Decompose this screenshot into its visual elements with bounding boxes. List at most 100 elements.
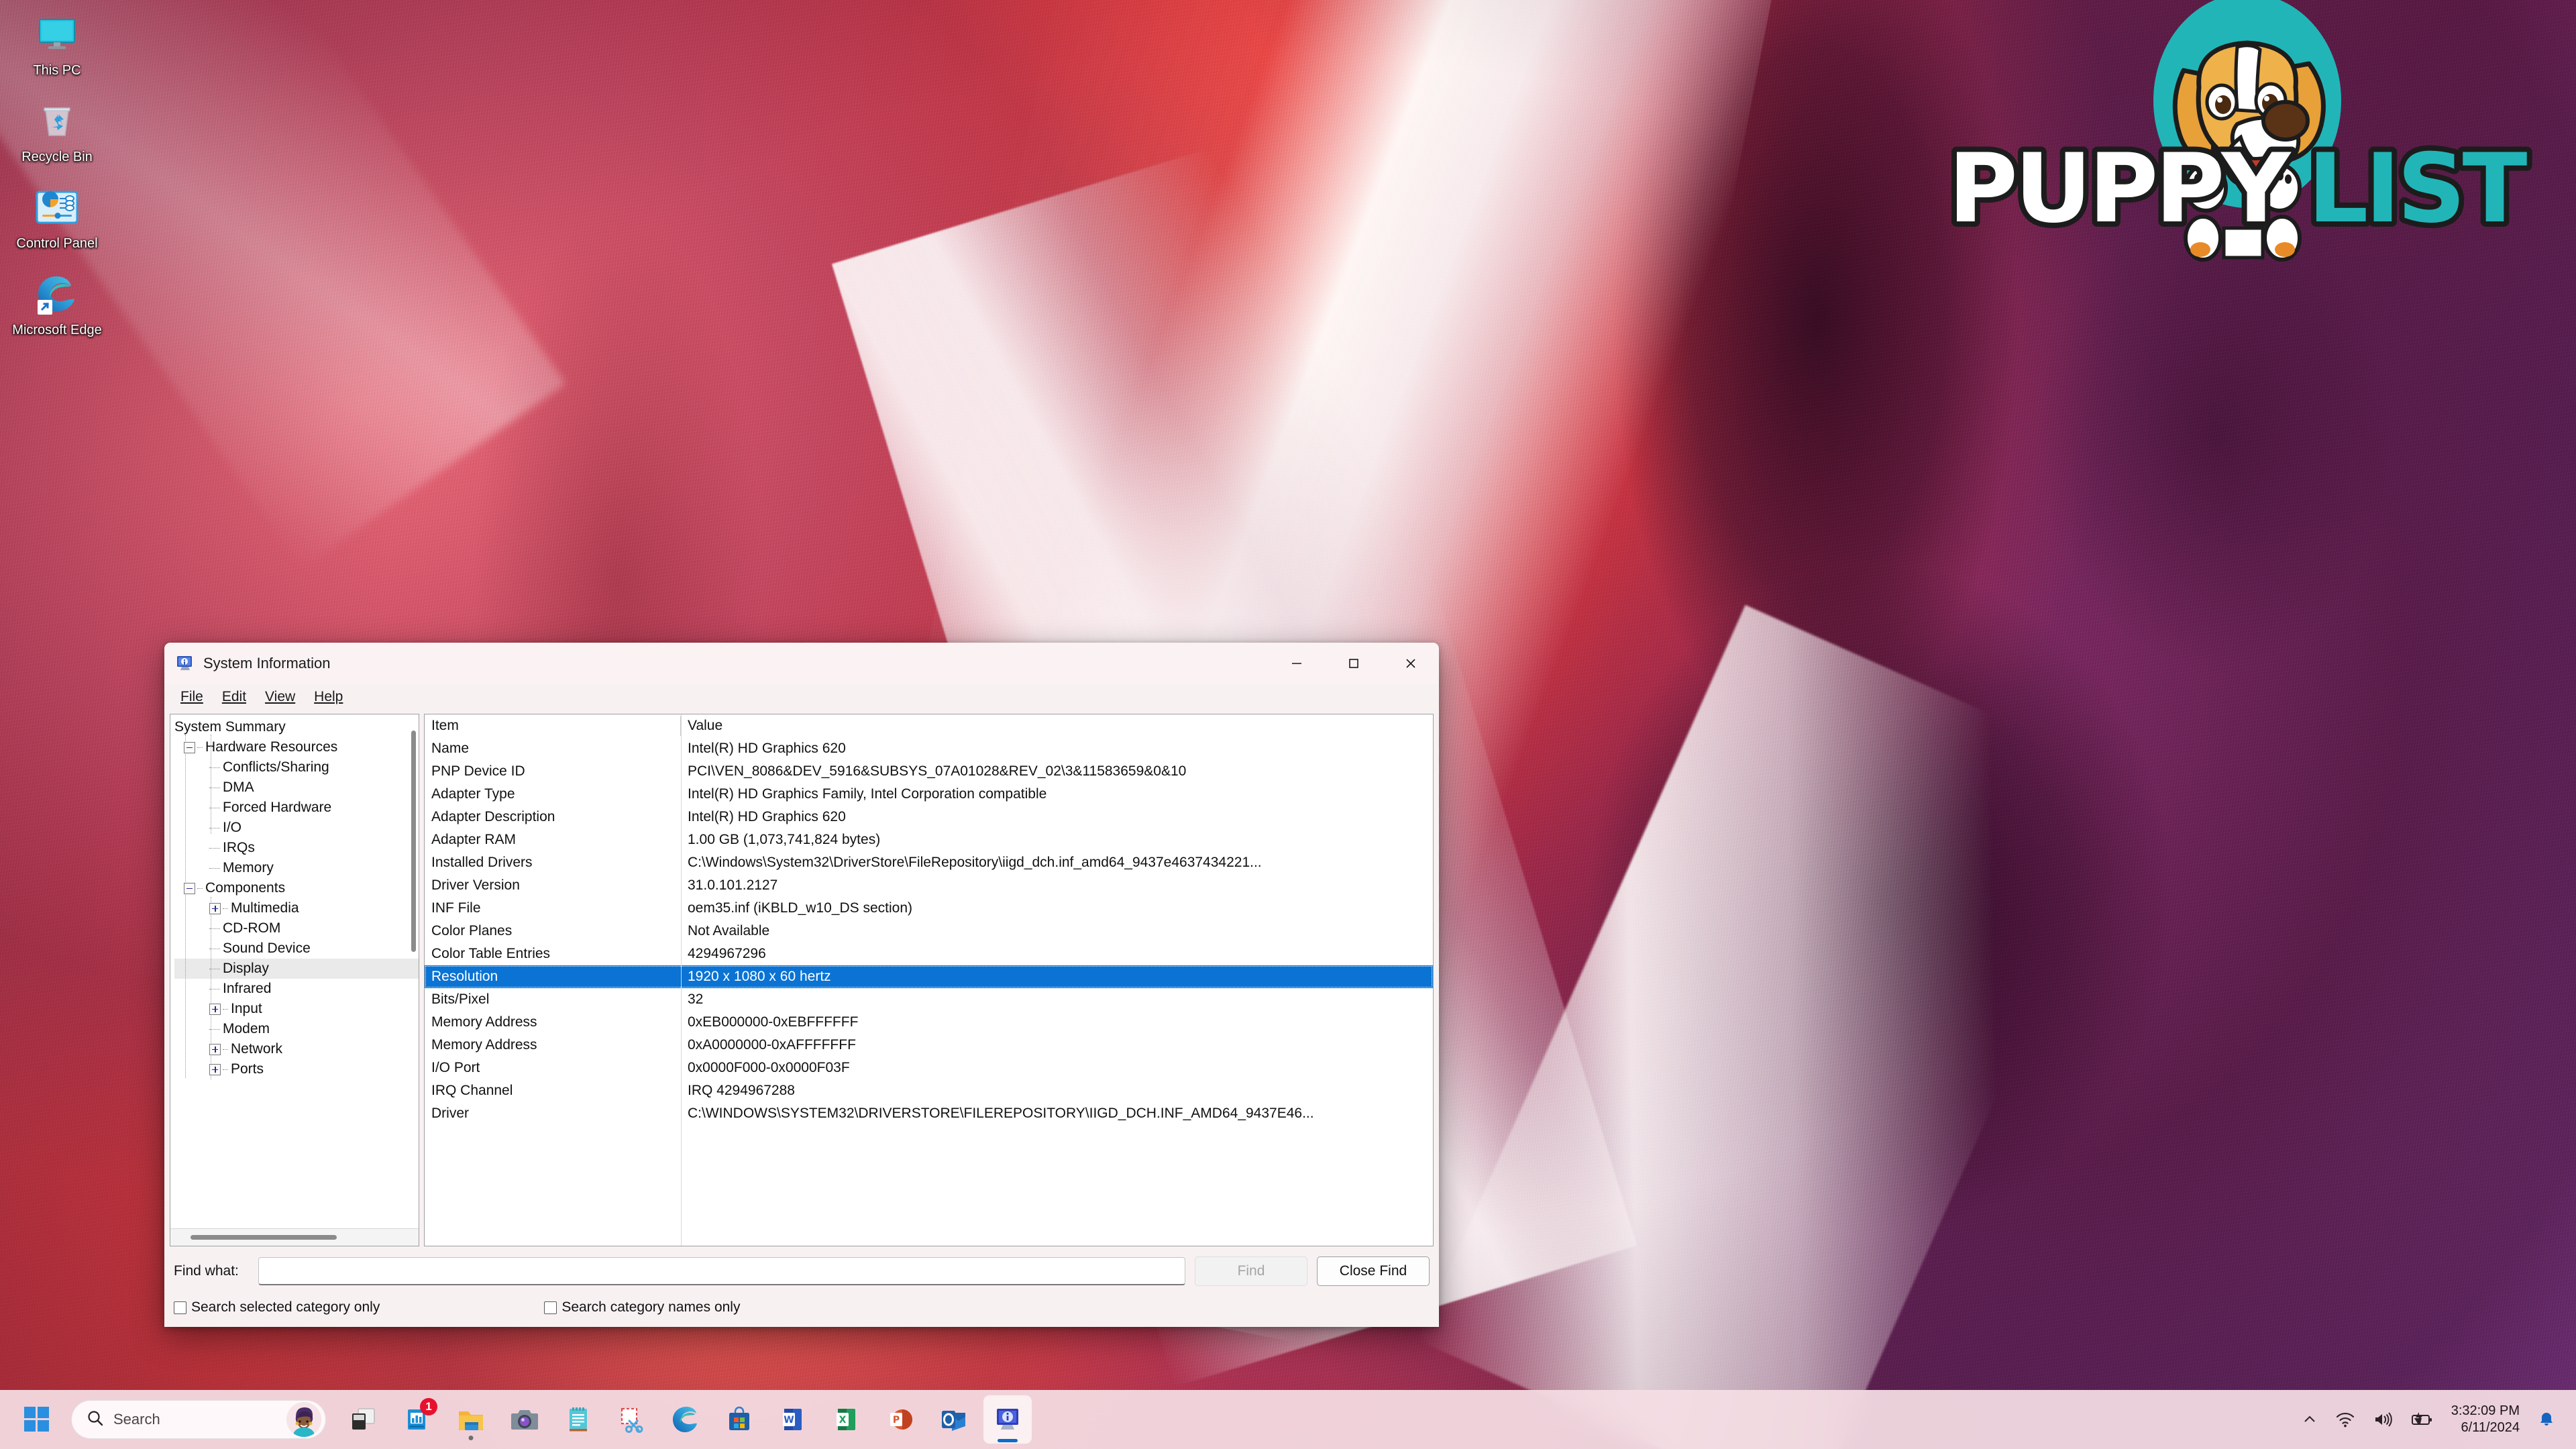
puppylist-watermark: PUPPY PUPPY LIST LIST: [1932, 0, 2569, 265]
find-input[interactable]: [258, 1257, 1185, 1285]
speaker-icon[interactable]: [2364, 1397, 2402, 1442]
detail-table-pane[interactable]: Item Value Name Intel(R) HD Graphics 620 P…: [424, 714, 1434, 1246]
table-row[interactable]: Name Intel(R) HD Graphics 620: [425, 737, 1433, 760]
taskbar-notepad[interactable]: [554, 1395, 602, 1444]
table-row[interactable]: Driver Version 31.0.101.2127: [425, 874, 1433, 897]
monitor-icon: [32, 9, 82, 59]
taskbar-file-explorer[interactable]: [447, 1395, 495, 1444]
search-category-names-checkbox[interactable]: Search category names only: [544, 1299, 740, 1316]
menu-file[interactable]: File: [172, 687, 211, 707]
taskbar-snipping-tool[interactable]: [608, 1395, 656, 1444]
taskbar-camera[interactable]: [500, 1395, 549, 1444]
table-row[interactable]: Adapter RAM 1.00 GB (1,073,741,824 bytes): [425, 828, 1433, 851]
tree-item-label: Modem: [223, 1021, 270, 1036]
desktop-icon-label: This PC: [33, 63, 81, 78]
column-header-value[interactable]: Value: [681, 718, 1433, 734]
tree-item-irqs[interactable]: IRQs: [174, 838, 419, 858]
taskbar[interactable]: Search 1 W X P 3:32:09 PM 6/11/2024: [0, 1390, 2576, 1449]
menu-view[interactable]: View: [257, 687, 303, 707]
menu-help[interactable]: Help: [306, 687, 351, 707]
expand-icon[interactable]: [209, 1003, 221, 1015]
table-row[interactable]: Installed Drivers C:\Windows\System32\Dri…: [425, 851, 1433, 874]
bell-icon[interactable]: [2529, 1397, 2564, 1442]
desktop-icon-recycle-bin[interactable]: Recycle Bin: [7, 96, 107, 165]
taskbar-microsoft-store[interactable]: [715, 1395, 763, 1444]
battery-charging-icon[interactable]: [2402, 1397, 2442, 1442]
table-row[interactable]: Adapter Description Intel(R) HD Graphics …: [425, 806, 1433, 828]
clock-time: 3:32:09 PM: [2451, 1403, 2520, 1418]
taskbar-excel[interactable]: X: [822, 1395, 871, 1444]
tree-horizontal-scrollbar-thumb[interactable]: [191, 1235, 337, 1240]
find-button[interactable]: Find: [1195, 1256, 1307, 1286]
table-row[interactable]: IRQ Channel IRQ 4294967288: [425, 1079, 1433, 1102]
taskbar-widgets[interactable]: 1: [393, 1395, 441, 1444]
taskbar-system-information[interactable]: [983, 1395, 1032, 1444]
tree-horizontal-scrollbar[interactable]: [170, 1228, 419, 1246]
desktop-icon-this-pc[interactable]: This PC: [7, 9, 107, 78]
expand-icon[interactable]: [209, 1043, 221, 1055]
tree-vertical-scrollbar-thumb[interactable]: [411, 731, 416, 952]
table-cell-item: Color Planes: [431, 923, 513, 938]
checkbox-box[interactable]: [174, 1301, 186, 1314]
table-row[interactable]: Resolution 1920 x 1080 x 60 hertz: [425, 965, 1433, 988]
tree-item-components[interactable]: Components: [174, 878, 419, 898]
clock[interactable]: 3:32:09 PM 6/11/2024: [2442, 1397, 2529, 1442]
tree-connector: [223, 908, 228, 909]
control-panel-icon: [32, 182, 82, 232]
table-row[interactable]: Color Table Entries 4294967296: [425, 943, 1433, 965]
window-menubar[interactable]: File Edit View Help: [164, 684, 1439, 710]
expand-icon[interactable]: [209, 902, 221, 914]
tree-scroll-area[interactable]: System Summary Hardware Resources Conflict…: [170, 714, 419, 1228]
chevron-up-icon[interactable]: [2293, 1397, 2326, 1442]
taskbar-task-view[interactable]: [339, 1395, 388, 1444]
category-tree-pane[interactable]: System Summary Hardware Resources Conflict…: [170, 714, 419, 1246]
table-row[interactable]: Color Planes Not Available: [425, 920, 1433, 943]
desktop-icon-microsoft-edge[interactable]: Microsoft Edge: [7, 269, 107, 338]
menu-edit[interactable]: Edit: [214, 687, 254, 707]
table-cell-item: Memory Address: [431, 1037, 537, 1053]
desktop-icon-label: Recycle Bin: [21, 150, 93, 164]
table-cell-value: Not Available: [688, 923, 770, 938]
close-button[interactable]: [1382, 643, 1439, 684]
close-find-button[interactable]: Close Find: [1317, 1256, 1430, 1286]
table-row[interactable]: Driver C:\WINDOWS\SYSTEM32\DRIVERSTORE\FI…: [425, 1102, 1433, 1125]
expand-icon[interactable]: [209, 1063, 221, 1075]
detail-table-header[interactable]: Item Value: [425, 714, 1433, 737]
table-row[interactable]: Memory Address 0xEB000000-0xEBFFFFFF: [425, 1011, 1433, 1034]
taskbar-microsoft-edge[interactable]: [661, 1395, 710, 1444]
tree-vertical-scrollbar[interactable]: [410, 718, 417, 1224]
checkbox-box[interactable]: [544, 1301, 557, 1314]
running-indicator: [468, 1436, 474, 1440]
column-header-item[interactable]: Item: [425, 716, 681, 736]
table-row[interactable]: Memory Address 0xA0000000-0xAFFFFFFF: [425, 1034, 1433, 1057]
widgets-badge: 1: [420, 1398, 437, 1415]
svg-text:W: W: [784, 1415, 794, 1426]
collapse-icon[interactable]: [184, 882, 195, 894]
table-row[interactable]: Adapter Type Intel(R) HD Graphics Family,…: [425, 783, 1433, 806]
collapse-icon[interactable]: [184, 741, 195, 753]
search-selected-category-checkbox[interactable]: Search selected category only: [174, 1299, 380, 1316]
system-information-window[interactable]: System Information File Edit View Help S…: [164, 643, 1439, 1327]
taskbar-powerpoint[interactable]: P: [876, 1395, 924, 1444]
table-row[interactable]: Bits/Pixel 32: [425, 988, 1433, 1011]
search-avatar[interactable]: [286, 1402, 321, 1437]
desktop[interactable]: This PC Recycle Bin Control Panel Micros…: [0, 0, 2576, 1449]
table-cell-value: 4294967296: [688, 946, 766, 961]
table-row[interactable]: I/O Port 0x0000F000-0x0000F03F: [425, 1057, 1433, 1079]
start-button[interactable]: [15, 1397, 59, 1442]
taskbar-word[interactable]: W: [769, 1395, 817, 1444]
tree-item-memory[interactable]: Memory: [174, 858, 419, 878]
table-row[interactable]: INF File oem35.inf (iKBLD_w10_DS section): [425, 897, 1433, 920]
wifi-icon[interactable]: [2326, 1397, 2364, 1442]
table-cell-item: Color Table Entries: [431, 946, 551, 961]
tree-guide-line: [185, 735, 186, 1078]
maximize-button[interactable]: [1325, 643, 1382, 684]
desktop-icon-control-panel[interactable]: Control Panel: [7, 182, 107, 252]
desktop-icon-label: Control Panel: [16, 236, 98, 251]
window-titlebar[interactable]: System Information: [164, 643, 1439, 684]
table-row[interactable]: PNP Device ID PCI\VEN_8086&DEV_5916&SUBSY…: [425, 760, 1433, 783]
minimize-button[interactable]: [1268, 643, 1325, 684]
taskbar-search-box[interactable]: Search: [71, 1400, 326, 1439]
menu-file-label: File: [180, 689, 203, 704]
taskbar-outlook[interactable]: [930, 1395, 978, 1444]
